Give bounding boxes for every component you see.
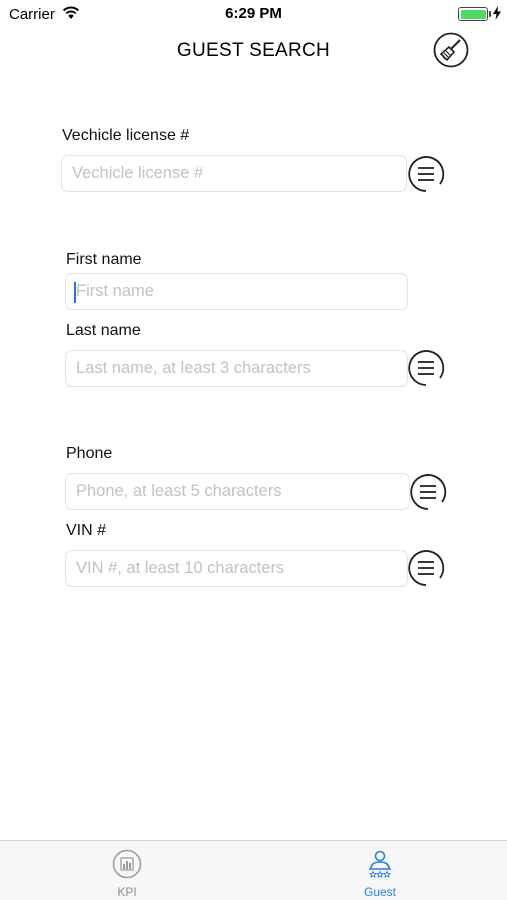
list-icon[interactable] xyxy=(409,473,447,511)
charging-bolt-icon xyxy=(493,6,501,20)
list-icon[interactable] xyxy=(407,349,445,387)
chart-icon xyxy=(112,849,142,879)
tab-kpi[interactable]: KPI xyxy=(67,841,187,900)
battery-tip xyxy=(489,11,491,17)
status-time: 6:29 PM xyxy=(225,5,282,22)
phone-input[interactable] xyxy=(66,474,409,509)
first-name-input[interactable] xyxy=(66,274,407,309)
last-name-input[interactable] xyxy=(66,351,407,386)
text-cursor xyxy=(74,282,76,303)
page-title: GUEST SEARCH xyxy=(176,40,331,61)
first-name-field[interactable] xyxy=(65,273,408,310)
tab-guest-label: Guest xyxy=(363,885,396,899)
list-icon[interactable] xyxy=(407,549,445,587)
list-icon[interactable] xyxy=(407,155,445,193)
tab-bar: KPI Guest xyxy=(0,840,507,900)
guest-icon xyxy=(368,850,392,878)
phone-label: Phone xyxy=(66,445,113,462)
vin-label: VIN # xyxy=(66,522,107,539)
broom-icon[interactable] xyxy=(433,32,469,68)
vin-field[interactable] xyxy=(65,550,408,587)
last-name-field[interactable] xyxy=(65,350,408,387)
tab-guest[interactable]: Guest xyxy=(320,841,440,900)
first-name-label: First name xyxy=(66,251,142,268)
tab-kpi-label: KPI xyxy=(117,885,137,899)
vehicle-license-field[interactable] xyxy=(61,155,407,192)
status-bar: Carrier 6:29 PM xyxy=(0,0,507,28)
vin-input[interactable] xyxy=(66,551,407,586)
last-name-label: Last name xyxy=(66,322,141,339)
battery-icon xyxy=(458,7,488,21)
phone-field[interactable] xyxy=(65,473,410,510)
vehicle-license-input[interactable] xyxy=(62,156,406,191)
vehicle-license-label: Vechicle license # xyxy=(62,127,190,144)
